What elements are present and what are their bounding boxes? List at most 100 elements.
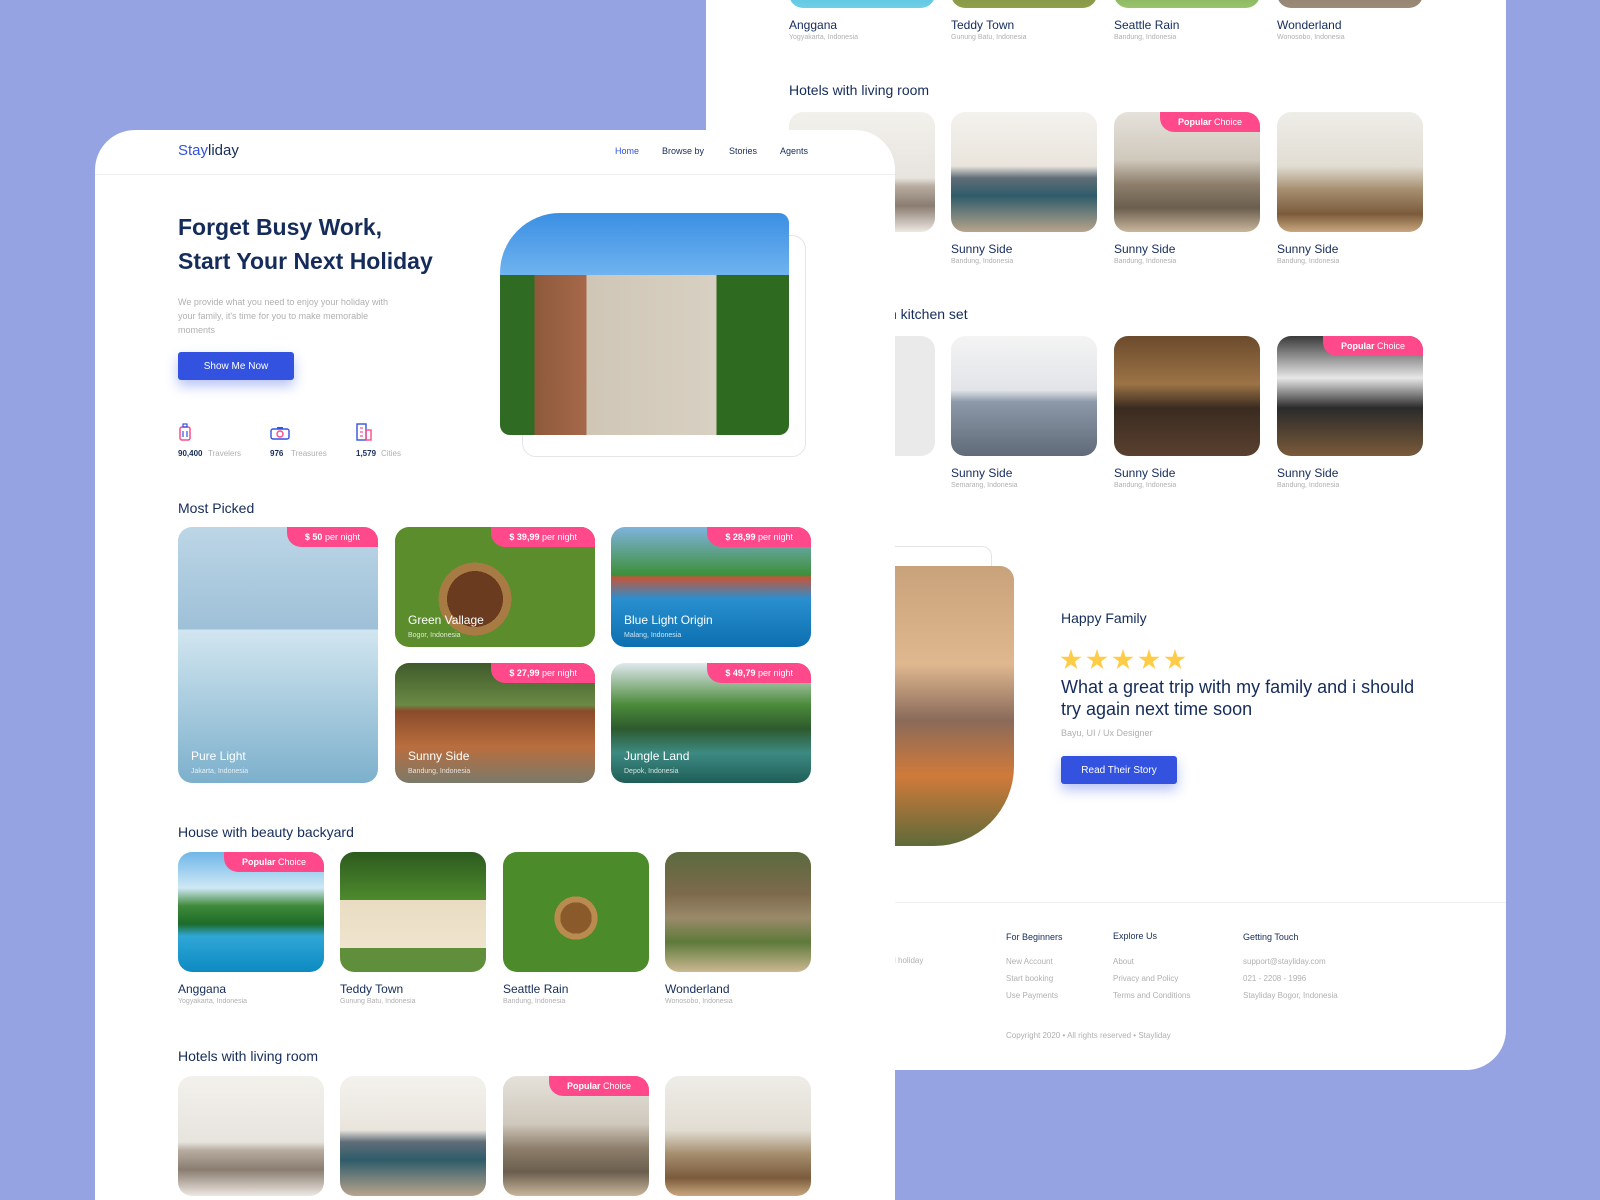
star-icon [1164,649,1186,670]
card-image[interactable] [665,1076,811,1196]
card-title[interactable]: Wonderland [1277,18,1342,32]
card-image[interactable] [789,0,935,8]
card-location: Depok, Indonesia [624,768,679,775]
card-title: Jungle Land [624,749,690,763]
popular-badge: Popular Choice [223,852,324,872]
nav-browse-by[interactable]: Browse by [662,146,704,156]
read-story-button[interactable]: Read Their Story [1061,756,1177,784]
hero-image [500,213,789,435]
price-badge: $ 50 per night [286,527,378,547]
card-image[interactable]: Popular Choice [1277,336,1423,456]
nav-agents[interactable]: Agents [780,146,808,156]
rating-stars [1060,649,1186,671]
card-location: Bandung, Indonesia [1277,258,1340,265]
show-me-now-button[interactable]: Show Me Now [178,352,294,380]
footer-link[interactable]: support@stayliday.com [1243,957,1326,966]
star-icon [1138,649,1160,670]
card-image[interactable]: Popular Choice [178,852,324,972]
card-title[interactable]: Sunny Side [951,466,1012,480]
card-image[interactable] [1114,0,1260,8]
brand-part-blue: Stay [178,142,209,159]
building-icon [356,423,372,441]
card-title: Pure Light [191,749,246,763]
most-picked-card[interactable]: $ 27,99 per night Sunny Side Bandung, In… [395,663,595,783]
footer-link[interactable]: Use Payments [1006,991,1058,1000]
footer-link[interactable]: Start booking [1006,974,1053,983]
card-location: Yogyakarta, Indonesia [178,998,248,1005]
footer-link[interactable]: New Account [1006,957,1053,966]
star-icon [1086,649,1108,670]
card-title[interactable]: Sunny Side [1114,466,1175,480]
card-title[interactable]: Seattle Rain [1114,18,1179,32]
suitcase-icon [178,423,192,441]
card-title[interactable]: Sunny Side [1277,242,1338,256]
brand-part-navy: liday [208,142,239,159]
card-location: Gunung Batu, Indonesia [340,998,416,1005]
card-title[interactable]: Wonderland [665,982,730,996]
stat-label: Travelers [208,449,242,458]
card-title[interactable]: Seattle Rain [503,982,568,996]
most-picked-card[interactable]: $ 50 per night Pure Light Jakarta, Indon… [178,527,378,783]
hero-title-line2: Start Your Next Holiday [178,248,433,274]
copyright: Copyright 2020 • All rights reserved • S… [1006,1031,1171,1040]
card-location: Bogor, Indonesia [408,632,461,639]
card-title[interactable]: Sunny Side [1277,466,1338,480]
card-location: Bandung, Indonesia [503,998,566,1005]
card-location: Semarang, Indonesia [951,482,1018,489]
stat-travelers [178,423,192,441]
card-image[interactable] [1114,336,1260,456]
card-title[interactable]: Sunny Side [1114,242,1175,256]
card-image[interactable] [340,852,486,972]
card-title: Sunny Side [408,749,470,763]
card-location: Yogyakarta, Indonesia [789,34,859,41]
star-icon [1112,649,1134,670]
card-image[interactable] [340,1076,486,1196]
card-location: Malang, Indonesia [624,632,682,639]
footer-link[interactable]: About [1113,957,1134,966]
stat-label: Treasures [291,449,327,458]
stat-treasures [270,426,290,440]
footer-link[interactable]: Privacy and Policy [1113,974,1178,983]
most-picked-card[interactable]: $ 28,99 per night Blue Light Origin Mala… [611,527,811,647]
card-location: Bandung, Indonesia [1114,258,1177,265]
footer-link[interactable]: Terms and Conditions [1113,991,1190,1000]
card-image[interactable] [951,112,1097,232]
card-location: Wonosobo, Indonesia [1277,34,1345,41]
footer-link[interactable]: 021 - 2208 - 1996 [1243,974,1306,983]
card-image[interactable]: Popular Choice [1114,112,1260,232]
card-image[interactable] [665,852,811,972]
hero-title-line1: Forget Busy Work, [178,214,383,240]
card-image[interactable] [178,1076,324,1196]
card-location: Bandung, Indonesia [1114,34,1177,41]
stat-cities [356,423,372,441]
testimonial-author: Bayu, UI / Ux Designer [1061,728,1153,738]
card-title: Blue Light Origin [624,613,713,627]
section-title: Most Picked [178,500,255,516]
stat-value: 90,400 [178,449,203,458]
card-image[interactable]: Popular Choice [503,1076,649,1196]
most-picked-card[interactable]: $ 49,79 per night Jungle Land Depok, Ind… [611,663,811,783]
card-title[interactable]: Anggana [789,18,837,32]
price-badge: $ 39,99 per night [491,527,595,547]
card-title: Green Vallage [408,613,484,627]
card-image[interactable] [1277,0,1423,8]
card-title[interactable]: Teddy Town [340,982,403,996]
nav-stories[interactable]: Stories [729,146,757,156]
card-image[interactable] [1277,112,1423,232]
footer-heading: For Beginners [1006,932,1063,942]
footer-tagline: l holiday [894,956,924,965]
brand-logo[interactable]: Stayliday [178,142,239,159]
card-image[interactable] [503,852,649,972]
section-title: Hotels with living room [178,1048,319,1064]
card-title[interactable]: Teddy Town [951,18,1014,32]
card-title[interactable]: Anggana [178,982,226,996]
price-badge: $ 49,79 per night [707,663,811,683]
card-title[interactable]: Sunny Side [951,242,1012,256]
most-picked-card[interactable]: $ 39,99 per night Green Vallage Bogor, I… [395,527,595,647]
card-image[interactable] [951,0,1097,8]
nav-home[interactable]: Home [615,146,639,156]
card-image[interactable] [951,336,1097,456]
card-location: Bandung, Indonesia [1114,482,1177,489]
testimonial-title: Happy Family [1061,610,1147,626]
card-location: Wonosobo, Indonesia [665,998,733,1005]
